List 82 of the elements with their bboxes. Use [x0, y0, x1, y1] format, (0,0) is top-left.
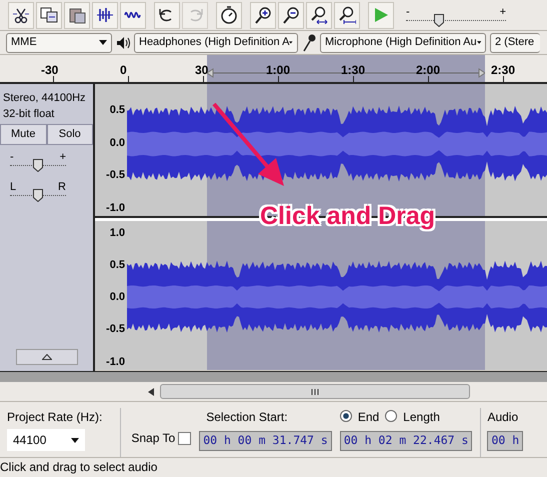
zoom-in-icon [254, 6, 272, 24]
zoom-out-button[interactable] [278, 2, 304, 28]
radio-label: Length [403, 409, 440, 426]
copy-button[interactable] [36, 2, 62, 28]
caret-icon [289, 40, 293, 45]
slider-min-label: - [10, 150, 14, 164]
ruler-label: 1:00 [266, 62, 290, 79]
radio-button[interactable] [340, 410, 352, 422]
audio-position-label: Audio [487, 409, 520, 426]
clipboard-icon [68, 6, 86, 24]
axis-label: 0.5 [108, 258, 125, 274]
ruler-label: -30 [41, 62, 58, 79]
zoom-out-icon [282, 6, 300, 24]
axis-label: 0.0 [108, 136, 125, 150]
ruler-label: 2:30 [491, 62, 516, 79]
radio-label: End [358, 409, 380, 426]
ruler-label: 0 [120, 62, 127, 79]
gain-slider[interactable] [10, 158, 66, 172]
copy-icon [40, 6, 58, 24]
selection-start-label: Selection Start: [205, 409, 289, 426]
channels-dropdown[interactable]: 2 (Stere [490, 32, 540, 52]
play-icon [372, 6, 390, 24]
microphone-icon [302, 34, 316, 52]
grip-icon [311, 388, 319, 394]
clipboard-button[interactable] [64, 2, 90, 28]
radio-button[interactable] [385, 410, 398, 422]
zoom-fit-icon [310, 6, 328, 24]
zoom-in-button[interactable] [250, 2, 276, 28]
waveform-button[interactable] [120, 2, 146, 28]
snap-checkbox[interactable] [178, 432, 192, 445]
collapse-button[interactable] [16, 349, 78, 365]
axis-label: -0.5 [105, 322, 125, 338]
waveform-button[interactable] [92, 2, 118, 28]
slider-thumb[interactable] [434, 14, 444, 26]
input-device-dropdown[interactable]: Microphone (High Definition Au [320, 32, 486, 52]
axis-label: 0.5 [108, 103, 125, 118]
ruler-label: 1:30 [341, 62, 366, 79]
zoom-fit-button[interactable] [306, 2, 332, 28]
slider-max-label: + [60, 150, 66, 164]
slider-thumb[interactable] [33, 188, 43, 202]
axis-label: -1.0 [105, 200, 125, 216]
host-dropdown[interactable]: MME [6, 32, 112, 52]
time-field[interactable]: 00 h 00 m 31.747 s [199, 431, 332, 451]
ruler-label: 2:00 [416, 62, 440, 79]
axis-label: -1.0 [105, 354, 125, 370]
solo-button[interactable]: Solo [46, 124, 93, 144]
axis-label: 1.0 [108, 226, 125, 241]
output-device-dropdown[interactable]: Headphones (High Definition A [134, 32, 298, 52]
slider-min-label: L [10, 180, 16, 194]
rate-dropdown[interactable]: 44100 [7, 429, 85, 451]
axis-label: 0.0 [108, 290, 125, 306]
stopwatch-button[interactable] [216, 2, 242, 28]
rate-label: Project Rate (Hz): [7, 409, 102, 426]
slider-max-label: R [58, 180, 66, 194]
time-field[interactable]: 00 h 02 m 22.467 s [340, 431, 472, 451]
caret-icon [99, 40, 107, 45]
speed-slider[interactable] [406, 14, 506, 28]
undo-button[interactable] [154, 2, 180, 28]
scrollbar-thumb[interactable] [160, 384, 470, 399]
slider-thumb[interactable] [33, 158, 43, 172]
stopwatch-icon [220, 6, 238, 24]
waveform-icon [96, 6, 114, 24]
mute-button[interactable]: Mute [0, 124, 46, 144]
zoom-fit-icon [338, 6, 356, 24]
track-info-text: 32-bit float [3, 107, 56, 122]
caret-icon [71, 438, 79, 442]
slider-min-label: - [406, 4, 410, 20]
slider-max-label: + [500, 4, 506, 20]
status-text: Click and drag to select audio [0, 458, 547, 477]
scroll-left-icon[interactable] [148, 388, 154, 396]
caret-icon [476, 40, 481, 45]
zoom-fit-button[interactable] [334, 2, 360, 28]
snap-label: Snap To [131, 430, 176, 447]
time-field[interactable]: 00 h [487, 431, 524, 451]
axis-label: -0.5 [105, 168, 125, 183]
ruler-label: 30 [195, 62, 208, 79]
pan-slider[interactable] [10, 188, 66, 202]
scissors-icon [12, 6, 30, 24]
speaker-icon [116, 36, 130, 50]
track-info-text: Stereo, 44100Hz [3, 91, 87, 106]
scissors-button[interactable] [8, 2, 34, 28]
triangle-icon [42, 354, 52, 360]
